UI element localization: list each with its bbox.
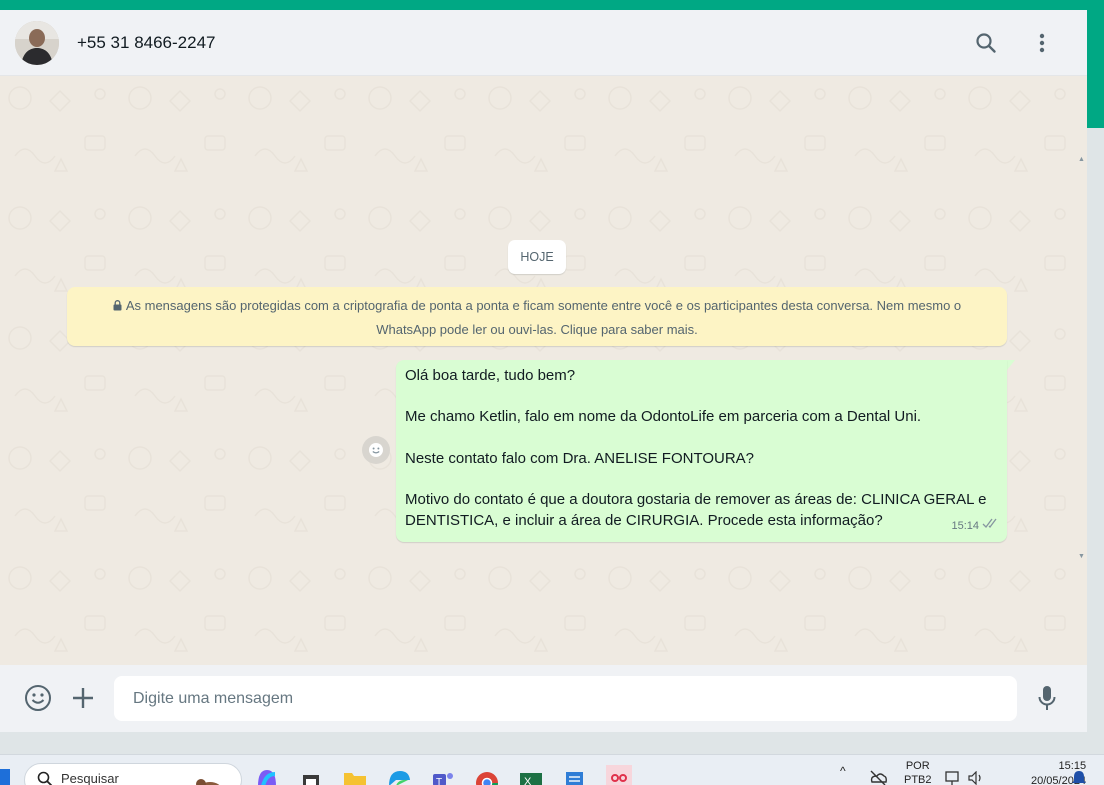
message-line: DENTISTICA, e incluir a área de CIRURGIA…	[405, 511, 883, 529]
message-input[interactable]	[114, 676, 1017, 721]
avatar[interactable]	[15, 20, 59, 65]
teams-icon[interactable]: T	[430, 765, 456, 785]
search-highlight-icon	[196, 779, 220, 785]
message-line	[405, 469, 1001, 490]
chrome-icon[interactable]	[474, 765, 500, 785]
chat-area[interactable]: ▲ HOJE As mensagens são protegidas com a…	[0, 76, 1087, 665]
contact-name[interactable]: +55 31 8466-2247	[77, 33, 216, 53]
language-code: POR	[905, 760, 930, 772]
day-separator: HOJE	[508, 240, 566, 274]
microphone-icon[interactable]	[1031, 682, 1063, 714]
emoji-icon[interactable]	[22, 682, 54, 714]
delivered-double-check-icon	[982, 516, 999, 537]
volume-icon[interactable]	[968, 771, 986, 785]
language-indicator[interactable]: POR PTB2	[904, 759, 932, 785]
scroll-down-arrow[interactable]: ▼	[1078, 553, 1085, 560]
react-emoji-button[interactable]	[362, 436, 390, 464]
message-line: Olá boa tarde, tudo bem?	[405, 367, 576, 384]
snipping-tool-icon[interactable]	[606, 765, 632, 785]
chevron-up-icon[interactable]: ^	[840, 764, 846, 778]
more-vertical-icon[interactable]	[1027, 28, 1057, 58]
message-line: Neste contato falo com Dra. ANELISE FONT…	[405, 449, 755, 467]
plus-icon[interactable]	[67, 682, 99, 714]
edge-icon[interactable]	[386, 765, 412, 785]
excel-icon[interactable]: X	[518, 765, 544, 785]
windows-start-icon[interactable]	[0, 769, 10, 785]
message-time: 15:14	[951, 520, 979, 533]
message-line	[405, 428, 1001, 449]
bubble-tail	[1007, 360, 1015, 370]
encryption-notice[interactable]: As mensagens são protegidas com a cripto…	[67, 287, 1007, 346]
keyboard-layout: PTB2	[904, 774, 932, 785]
scroll-up-arrow[interactable]: ▲	[1078, 156, 1085, 163]
encryption-notice-text: As mensagens são protegidas com a cripto…	[125, 298, 962, 337]
lock-icon	[113, 295, 122, 318]
svg-text:X: X	[524, 776, 532, 785]
message-line: Me chamo Ketlin, falo em nome da OdontoL…	[405, 408, 922, 426]
onedrive-icon[interactable]	[869, 770, 887, 785]
chat-header: +55 31 8466-2247	[0, 10, 1087, 76]
network-icon[interactable]	[945, 771, 963, 785]
search-icon	[37, 771, 53, 785]
notepad-icon[interactable]	[562, 765, 588, 785]
composer-bar	[0, 665, 1087, 732]
search-icon[interactable]	[971, 28, 1001, 58]
message-bubble-outgoing[interactable]: Olá boa tarde, tudo bem? Me chamo Ketlin…	[396, 360, 1007, 542]
window-edge-gray	[1087, 128, 1104, 754]
copilot-icon[interactable]	[254, 765, 280, 785]
file-explorer-dark-icon[interactable]	[298, 765, 324, 785]
notification-bell-icon[interactable]	[1072, 770, 1086, 785]
message-line: Motivo do contato é que a doutora gostar…	[405, 491, 987, 509]
taskbar-search[interactable]: Pesquisar	[24, 763, 242, 785]
message-line	[405, 387, 1001, 408]
svg-text:T: T	[436, 777, 442, 785]
app-top-strip	[0, 0, 1104, 10]
os-taskbar: Pesquisar T X ^ POR PTB2 15:15 20/05/202…	[0, 754, 1104, 785]
folder-icon[interactable]	[342, 765, 368, 785]
taskbar-search-placeholder: Pesquisar	[61, 771, 119, 785]
window-edge	[1087, 10, 1104, 128]
